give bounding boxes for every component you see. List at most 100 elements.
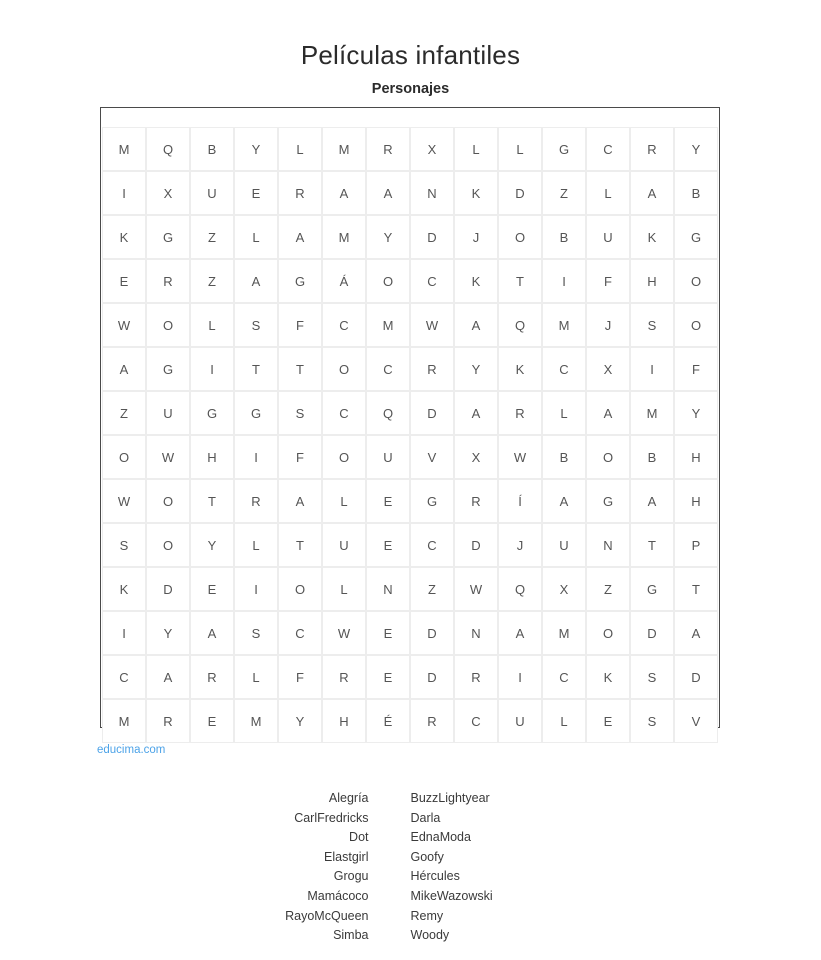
grid-cell[interactable]: E (102, 259, 146, 303)
grid-cell[interactable]: W (146, 435, 190, 479)
grid-cell[interactable]: F (278, 303, 322, 347)
grid-cell[interactable]: W (322, 611, 366, 655)
grid-cell[interactable]: X (146, 171, 190, 215)
grid-cell[interactable]: O (366, 259, 410, 303)
grid-cell[interactable]: Y (278, 699, 322, 743)
grid-cell[interactable]: X (454, 435, 498, 479)
grid-cell[interactable]: C (586, 127, 630, 171)
grid-cell[interactable]: R (410, 347, 454, 391)
grid-cell[interactable]: Á (322, 259, 366, 303)
grid-cell[interactable]: I (542, 259, 586, 303)
grid-cell[interactable]: R (146, 699, 190, 743)
grid-cell[interactable]: T (234, 347, 278, 391)
grid-cell[interactable]: E (366, 611, 410, 655)
grid-cell[interactable]: L (234, 655, 278, 699)
grid-cell[interactable]: C (322, 303, 366, 347)
grid-cell[interactable]: Q (366, 391, 410, 435)
grid-cell[interactable]: D (454, 523, 498, 567)
grid-cell[interactable]: L (542, 391, 586, 435)
grid-cell[interactable]: Y (190, 523, 234, 567)
grid-cell[interactable]: H (674, 435, 718, 479)
grid-cell[interactable]: A (102, 347, 146, 391)
grid-cell[interactable]: Y (366, 215, 410, 259)
grid-cell[interactable]: I (102, 611, 146, 655)
grid-cell[interactable]: U (146, 391, 190, 435)
grid-cell[interactable]: R (454, 479, 498, 523)
grid-cell[interactable]: K (454, 171, 498, 215)
grid-cell[interactable]: C (454, 699, 498, 743)
grid-cell[interactable]: S (278, 391, 322, 435)
grid-cell[interactable]: C (102, 655, 146, 699)
grid-cell[interactable]: W (410, 303, 454, 347)
grid-cell[interactable]: E (234, 171, 278, 215)
grid-cell[interactable]: L (190, 303, 234, 347)
grid-cell[interactable]: Z (190, 215, 234, 259)
grid-cell[interactable]: A (278, 479, 322, 523)
grid-cell[interactable]: D (674, 655, 718, 699)
grid-cell[interactable]: D (498, 171, 542, 215)
grid-cell[interactable]: W (498, 435, 542, 479)
grid-cell[interactable]: O (586, 611, 630, 655)
grid-cell[interactable]: Q (498, 567, 542, 611)
grid-cell[interactable]: Y (234, 127, 278, 171)
grid-cell[interactable]: C (542, 655, 586, 699)
grid-cell[interactable]: I (234, 567, 278, 611)
grid-cell[interactable]: Z (190, 259, 234, 303)
grid-cell[interactable]: H (322, 699, 366, 743)
grid-cell[interactable]: D (410, 391, 454, 435)
grid-cell[interactable]: S (234, 303, 278, 347)
grid-cell[interactable]: R (234, 479, 278, 523)
grid-cell[interactable]: Z (410, 567, 454, 611)
grid-cell[interactable]: A (146, 655, 190, 699)
grid-cell[interactable]: M (322, 127, 366, 171)
grid-cell[interactable]: H (190, 435, 234, 479)
grid-cell[interactable]: L (586, 171, 630, 215)
grid-cell[interactable]: F (278, 435, 322, 479)
grid-cell[interactable]: S (630, 699, 674, 743)
grid-cell[interactable]: G (234, 391, 278, 435)
grid-cell[interactable]: U (586, 215, 630, 259)
grid-cell[interactable]: A (190, 611, 234, 655)
grid-cell[interactable]: I (498, 655, 542, 699)
grid-cell[interactable]: L (234, 523, 278, 567)
grid-cell[interactable]: F (674, 347, 718, 391)
grid-cell[interactable]: S (630, 303, 674, 347)
grid-cell[interactable]: O (322, 347, 366, 391)
source-website-link[interactable]: educima.com (97, 743, 165, 757)
grid-cell[interactable]: A (630, 479, 674, 523)
grid-cell[interactable]: G (146, 215, 190, 259)
grid-cell[interactable]: E (366, 655, 410, 699)
grid-cell[interactable]: A (498, 611, 542, 655)
grid-cell[interactable]: R (278, 171, 322, 215)
grid-cell[interactable]: O (146, 479, 190, 523)
grid-cell[interactable]: S (102, 523, 146, 567)
grid-cell[interactable]: A (234, 259, 278, 303)
grid-cell[interactable]: C (322, 391, 366, 435)
grid-cell[interactable]: R (366, 127, 410, 171)
grid-cell[interactable]: K (454, 259, 498, 303)
grid-cell[interactable]: M (542, 611, 586, 655)
grid-cell[interactable]: F (278, 655, 322, 699)
grid-cell[interactable]: B (190, 127, 234, 171)
grid-cell[interactable]: G (146, 347, 190, 391)
grid-cell[interactable]: I (630, 347, 674, 391)
grid-cell[interactable]: O (278, 567, 322, 611)
grid-cell[interactable]: S (630, 655, 674, 699)
grid-cell[interactable]: G (190, 391, 234, 435)
grid-cell[interactable]: C (410, 523, 454, 567)
grid-cell[interactable]: N (586, 523, 630, 567)
grid-cell[interactable]: U (322, 523, 366, 567)
grid-cell[interactable]: D (410, 611, 454, 655)
grid-cell[interactable]: I (190, 347, 234, 391)
grid-cell[interactable]: V (674, 699, 718, 743)
grid-cell[interactable]: B (542, 215, 586, 259)
grid-cell[interactable]: W (102, 303, 146, 347)
grid-cell[interactable]: R (410, 699, 454, 743)
grid-cell[interactable]: O (586, 435, 630, 479)
grid-cell[interactable]: X (542, 567, 586, 611)
grid-cell[interactable]: A (630, 171, 674, 215)
grid-cell[interactable]: A (454, 303, 498, 347)
grid-cell[interactable]: L (322, 479, 366, 523)
grid-cell[interactable]: N (366, 567, 410, 611)
grid-cell[interactable]: M (366, 303, 410, 347)
